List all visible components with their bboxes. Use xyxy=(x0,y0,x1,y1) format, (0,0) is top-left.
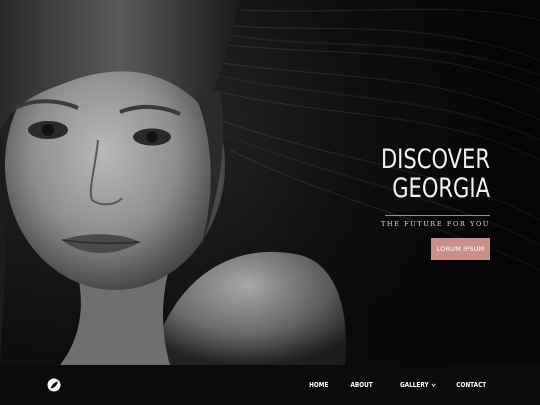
hero-text-block: DISCOVER GEORGIA THE FUTURE FOR YOU LORU… xyxy=(290,145,490,260)
chevron-down-icon xyxy=(430,382,436,388)
hero-subtitle: THE FUTURE FOR YOU xyxy=(380,220,490,228)
lorum-ipsum-button[interactable]: LORUM IPSUM xyxy=(431,238,490,260)
nav-item-contact[interactable]: CONTACT xyxy=(457,381,487,389)
nav-item-label: ABOUT xyxy=(350,381,374,389)
title-divider xyxy=(385,215,490,216)
hero-title-line-1: DISCOVER xyxy=(380,144,490,175)
nav-menu: HOME ABOUT GALLERY CONTACT xyxy=(307,365,490,405)
nav-item-gallery[interactable]: GALLERY xyxy=(399,381,436,389)
nav-item-label: GALLERY xyxy=(399,381,429,389)
page: DISCOVER GEORGIA THE FUTURE FOR YOU LORU… xyxy=(0,0,540,405)
hero-title-line-2: GEORGIA xyxy=(392,173,490,204)
nav-item-label: HOME xyxy=(308,381,329,389)
bottom-navigation: HOME ABOUT GALLERY CONTACT xyxy=(0,365,540,405)
circle-logo-icon[interactable] xyxy=(47,378,61,392)
nav-item-home[interactable]: HOME xyxy=(309,381,328,389)
hero-section: DISCOVER GEORGIA THE FUTURE FOR YOU LORU… xyxy=(0,0,540,365)
nav-item-about[interactable]: ABOUT xyxy=(351,381,373,389)
nav-item-label: CONTACT xyxy=(456,381,487,389)
